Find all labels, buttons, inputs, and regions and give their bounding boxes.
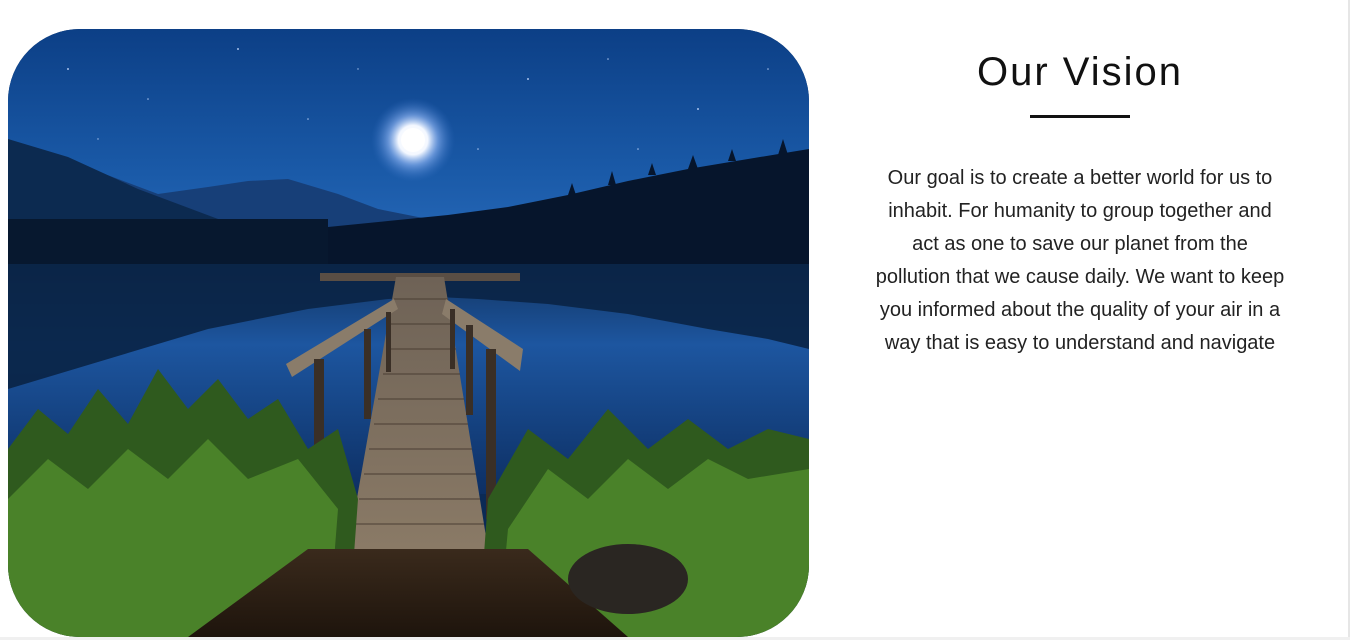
title-divider: [1030, 115, 1130, 118]
lake-dock-illustration: [8, 29, 809, 637]
vision-title: Our Vision: [976, 50, 1183, 94]
vision-photo: [8, 29, 809, 637]
vision-description: Our goal is to create a better world for…: [875, 167, 1285, 354]
vision-section: Our Vision Our goal is to create a bette…: [860, 40, 1300, 360]
